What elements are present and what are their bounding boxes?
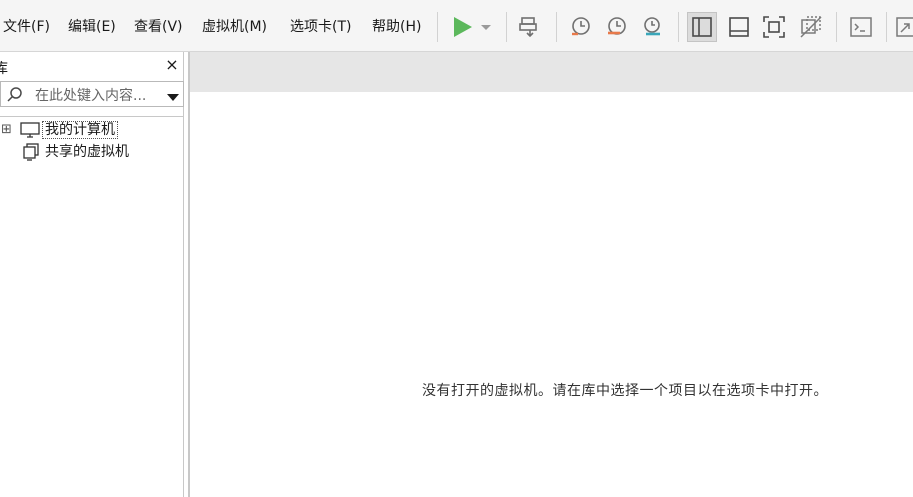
toolbar-separator (506, 12, 507, 42)
menu-file[interactable]: 文件(F) (3, 16, 50, 38)
expand-icon[interactable]: ⊞ (1, 120, 12, 140)
tree-item-my-computer[interactable]: ⊞ 我的计算机 (0, 120, 184, 140)
send-ctrl-alt-del-icon[interactable] (516, 12, 546, 42)
shared-vm-icon (22, 143, 40, 167)
panel-divider[interactable] (188, 52, 190, 497)
snapshot-take-icon[interactable] (566, 12, 596, 42)
tree-item-shared-vms[interactable]: 共享的虚拟机 (0, 142, 184, 162)
search-input[interactable]: 在此处键入内容... (35, 85, 146, 105)
menu-tabs[interactable]: 选项卡(T) (290, 16, 351, 38)
menu-edit[interactable]: 编辑(E) (68, 16, 116, 38)
computer-icon (20, 122, 40, 144)
menu-toolbar-bar: 文件(F) 编辑(E) 查看(V) 虚拟机(M) 选项卡(T) 帮助(H) (0, 0, 913, 52)
thumbnail-bar-icon[interactable] (724, 12, 754, 42)
console-view-icon[interactable] (846, 12, 876, 42)
library-title: 库 (0, 61, 8, 77)
unity-mode-icon[interactable] (796, 12, 826, 42)
play-icon[interactable] (448, 12, 478, 42)
tree-top-border (0, 116, 183, 117)
snapshot-revert-icon[interactable] (602, 12, 632, 42)
close-icon[interactable]: × (163, 55, 181, 75)
menu-help[interactable]: 帮助(H) (372, 16, 421, 38)
play-dropdown-icon[interactable] (478, 12, 494, 42)
show-library-icon[interactable] (687, 12, 717, 42)
stretch-guest-icon[interactable] (895, 12, 913, 42)
toolbar-separator (556, 12, 557, 42)
full-screen-icon[interactable] (759, 12, 789, 42)
toolbar-separator (678, 12, 679, 42)
toolbar-separator (886, 12, 887, 42)
snapshot-manager-icon[interactable] (638, 12, 668, 42)
toolbar-separator (437, 12, 438, 42)
menu-vm[interactable]: 虚拟机(M) (202, 16, 267, 38)
toolbar-separator (836, 12, 837, 42)
chevron-down-icon[interactable] (167, 90, 179, 106)
tab-strip (190, 52, 913, 92)
tree-item-label: 共享的虚拟机 (45, 144, 129, 160)
menu-view[interactable]: 查看(V) (134, 16, 183, 38)
library-panel: 库 × 在此处键入内容... ⊞ 我的计算机 共享的虚拟机 (0, 52, 184, 497)
search-icon (6, 86, 24, 108)
library-search[interactable]: 在此处键入内容... (0, 81, 184, 107)
empty-state-message: 没有打开的虚拟机。请在库中选择一个项目以在选项卡中打开。 (422, 383, 828, 399)
tree-item-label: 我的计算机 (42, 121, 118, 139)
